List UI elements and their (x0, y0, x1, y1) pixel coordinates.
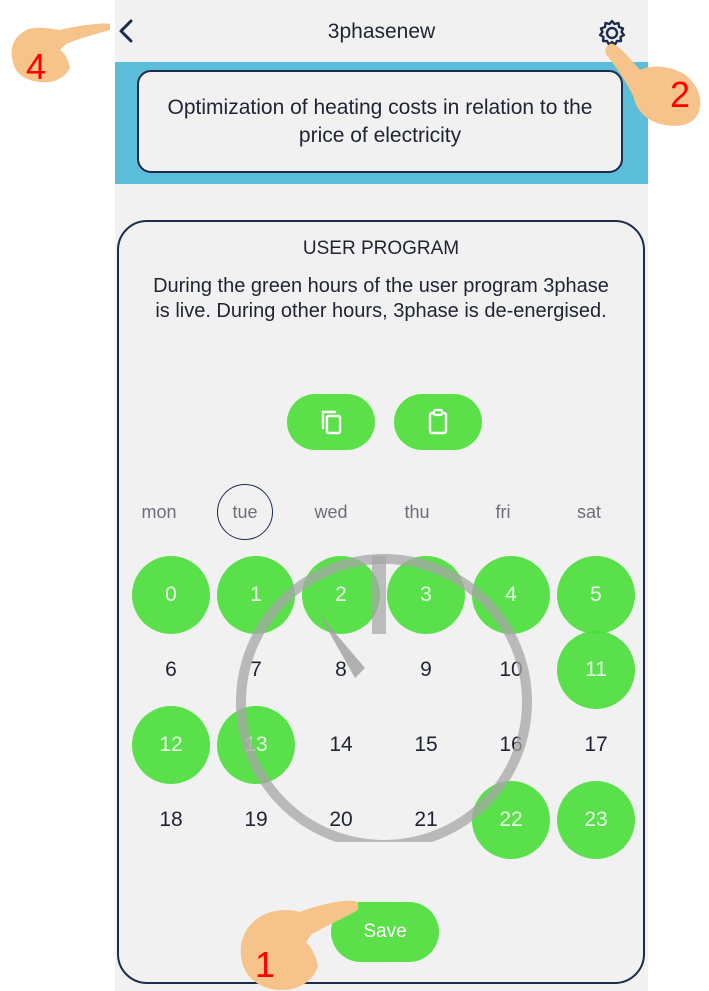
annotation-marker-back: 4 (26, 46, 47, 87)
hour-toggle-18[interactable]: 18 (132, 781, 210, 859)
pointing-hand-icon (240, 900, 358, 990)
app-screen: 3phasenew Optimization of heating costs … (115, 0, 648, 991)
hour-toggle-9[interactable]: 9 (387, 631, 465, 709)
copy-icon (321, 410, 342, 435)
day-wed[interactable]: wed (303, 484, 359, 540)
hour-toggle-11[interactable]: 11 (557, 631, 635, 709)
annotation-marker-save: 1 (255, 944, 276, 985)
banner-text: Optimization of heating costs in relatio… (137, 70, 623, 173)
clipboard-icon (428, 408, 448, 435)
user-program-card: USER PROGRAM During the green hours of t… (117, 220, 645, 984)
day-sat[interactable]: sat (561, 484, 617, 540)
day-mon[interactable]: mon (131, 484, 187, 540)
hour-toggle-15[interactable]: 15 (387, 706, 465, 784)
copy-button[interactable] (287, 394, 375, 450)
hour-toggle-8[interactable]: 8 (302, 631, 380, 709)
hour-toggle-13[interactable]: 13 (217, 706, 295, 784)
hour-toggle-6[interactable]: 6 (132, 631, 210, 709)
hour-toggle-3[interactable]: 3 (387, 556, 465, 634)
hour-toggle-4[interactable]: 4 (472, 556, 550, 634)
day-tue[interactable]: tue (217, 484, 273, 540)
page-title: 3phasenew (327, 20, 436, 43)
hour-toggle-14[interactable]: 14 (302, 706, 380, 784)
hour-toggle-0[interactable]: 0 (132, 556, 210, 634)
hour-toggle-20[interactable]: 20 (302, 781, 380, 859)
hour-toggle-23[interactable]: 23 (557, 781, 635, 859)
hour-toggle-7[interactable]: 7 (217, 631, 295, 709)
info-banner: Optimization of heating costs in relatio… (115, 62, 648, 184)
hour-toggle-17[interactable]: 17 (557, 706, 635, 784)
hour-toggle-12[interactable]: 12 (132, 706, 210, 784)
day-fri[interactable]: fri (475, 484, 531, 540)
hour-toggle-10[interactable]: 10 (472, 631, 550, 709)
day-sun[interactable]: sun (647, 484, 648, 540)
pointing-hand-icon (605, 43, 701, 126)
program-title: USER PROGRAM (302, 238, 460, 259)
hour-toggle-5[interactable]: 5 (557, 556, 635, 634)
hour-toggle-22[interactable]: 22 (472, 781, 550, 859)
paste-button[interactable] (394, 394, 482, 450)
hour-toggle-19[interactable]: 19 (217, 781, 295, 859)
hour-toggle-21[interactable]: 21 (387, 781, 465, 859)
program-description: During the green hours of the user progr… (153, 275, 609, 322)
pointing-hand-icon (11, 23, 110, 83)
hour-toggle-1[interactable]: 1 (217, 556, 295, 634)
top-bar: 3phasenew (115, 0, 648, 62)
annotation-marker-settings: 2 (670, 74, 691, 115)
hour-toggle-16[interactable]: 16 (472, 706, 550, 784)
day-thu[interactable]: thu (389, 484, 445, 540)
hour-toggle-2[interactable]: 2 (302, 556, 380, 634)
